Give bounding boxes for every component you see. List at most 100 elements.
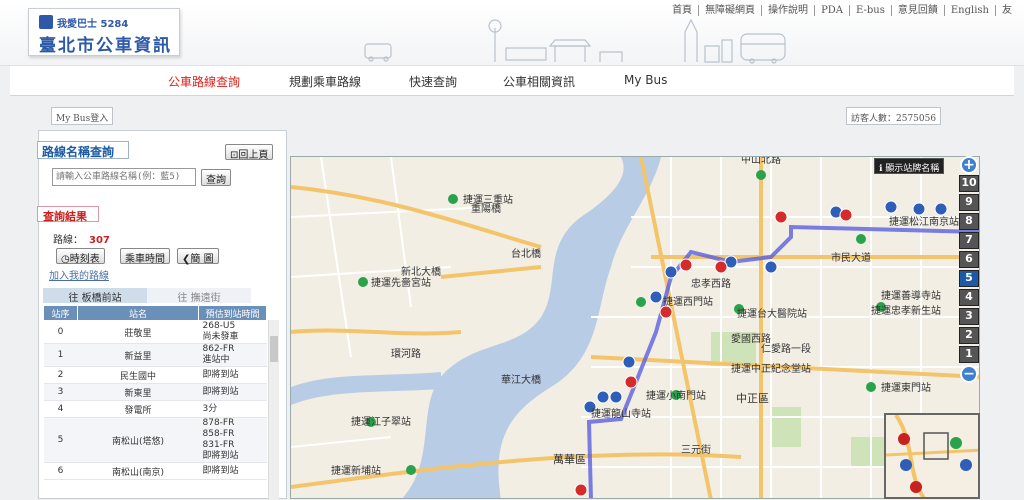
zoom-level-1[interactable]: 1 — [959, 346, 979, 363]
stop-name[interactable]: 新東里 — [77, 383, 199, 401]
map-label: 中山北路 — [741, 157, 781, 166]
visitor-counter: 訪客人數：2575056 — [846, 107, 942, 125]
direction-tabs: 往 板橋前站 往 撫遠街 — [43, 288, 283, 304]
map-label: 台北橋 — [511, 247, 541, 260]
overview-minimap[interactable] — [884, 413, 980, 499]
map-label: 捷運西門站 — [663, 295, 713, 308]
map-canvas[interactable]: 捷運三重站 捷運先嗇宮站 捷運龍山寺站 捷運西門站 捷運台大醫院站 捷運小南門站… — [291, 157, 980, 499]
results-section-title: 查詢結果 — [43, 210, 87, 223]
link-feedback[interactable]: 意見回饋 — [892, 5, 945, 16]
map-label: 捷運忠孝新生站 — [871, 304, 941, 317]
map-label: 重陽橋 — [471, 202, 501, 215]
zoom-level-2[interactable]: 2 — [959, 327, 979, 344]
stop-row[interactable]: 4 發電所 3分 — [43, 400, 267, 418]
stop-seq: 0 — [43, 320, 78, 344]
link-home[interactable]: 首頁 — [666, 5, 700, 16]
mybus-login-button[interactable]: My Bus登入 — [51, 107, 114, 125]
stop-eta: 3分 — [198, 400, 267, 418]
city-skyline-illustration — [364, 18, 786, 64]
zoom-level-10[interactable]: 10 — [959, 175, 979, 192]
ride-time-button[interactable]: 乘車時間 — [120, 248, 170, 265]
nav-route-query[interactable]: 公車路線查詢 — [168, 73, 240, 90]
nav-plan-route[interactable]: 規劃乘車路線 — [289, 73, 361, 90]
map-label: 仁愛路一段 — [761, 342, 811, 355]
stop-row[interactable]: 0 莊敬里 268-U5 尚未發車 — [43, 320, 267, 344]
logo-subtitle: 我愛巴士 5284 — [57, 19, 129, 30]
stop-row[interactable]: 1 新益里 862-FR 進站中 — [43, 343, 267, 367]
link-pda[interactable]: PDA — [815, 5, 851, 16]
eta-line: 即將到站 — [202, 451, 239, 461]
back-button[interactable]: ⊡回上頁 — [225, 144, 274, 161]
stop-row[interactable]: 3 新東里 即將到站 — [43, 383, 267, 401]
stop-eta: 即將到站 — [198, 383, 267, 401]
zoom-level-8[interactable]: 8 — [959, 213, 979, 230]
stop-eta: 即將到站 — [198, 366, 267, 384]
stop-seq: 4 — [43, 400, 78, 418]
map-label: 捷運新埔站 — [331, 464, 381, 477]
stop-name[interactable]: 新益里 — [77, 343, 199, 367]
zoom-level-7[interactable]: 7 — [959, 232, 979, 249]
zoom-level-5[interactable]: 5 — [959, 270, 979, 287]
map-label: 捷運龍山寺站 — [591, 407, 651, 420]
stop-seq: 1 — [43, 343, 78, 367]
map-label: 捷運小南門站 — [646, 389, 706, 402]
eta-line: 即將到站 — [202, 386, 239, 397]
add-favorite-link[interactable]: 加入我的路線 — [49, 267, 109, 282]
eta-line: 878-FR — [202, 418, 235, 428]
map-label: 市民大道 — [831, 251, 871, 264]
eta-line: 3分 — [202, 403, 218, 414]
link-accessible[interactable]: 無障礙網頁 — [699, 5, 763, 16]
back-label: 回上頁 — [238, 150, 269, 161]
link-english[interactable]: English — [945, 5, 996, 16]
stop-eta: 878-FR 858-FR 831-FR 即將到站 — [198, 417, 267, 463]
stop-row[interactable]: 6 南松山(南京) 即將到站 — [43, 462, 267, 480]
link-help[interactable]: 操作說明 — [762, 5, 816, 16]
zoom-level-9[interactable]: 9 — [959, 194, 979, 211]
tab-direction-to[interactable]: 往 板橋前站 — [43, 288, 147, 304]
route-search-input[interactable] — [52, 168, 196, 186]
nav-bus-info[interactable]: 公車相關資訊 — [503, 73, 575, 90]
route-number: 307 — [89, 235, 110, 246]
site-logo[interactable]: 我愛巴士 5284 臺北市公車資訊 — [28, 8, 180, 56]
zoom-out-icon[interactable]: − — [960, 365, 978, 383]
zoom-level-6[interactable]: 6 — [959, 251, 979, 268]
eta-line: 即將到站 — [202, 465, 239, 476]
stop-eta: 268-U5 尚未發車 — [198, 320, 267, 344]
map-label: 環河路 — [391, 347, 421, 360]
map-label: 忠孝西路 — [691, 277, 731, 290]
zoom-in-icon[interactable]: + — [960, 156, 978, 174]
map-label: 捷運台大醫院站 — [737, 307, 807, 320]
route-map[interactable]: 捷運三重站 捷運先嗇宮站 捷運龍山寺站 捷運西門站 捷運台大醫院站 捷運小南門站… — [290, 156, 980, 499]
stop-name[interactable]: 南松山(南京) — [77, 462, 199, 480]
tab-direction-back[interactable]: 往 撫遠街 — [147, 288, 251, 304]
table-scrollbar[interactable] — [268, 320, 279, 500]
map-label: 捷運善導寺站 — [881, 289, 941, 302]
search-section-title: 路線名稱查詢 — [42, 145, 115, 159]
route-number-line: 路線： 307 — [53, 231, 110, 246]
zoom-level-3[interactable]: 3 — [959, 308, 979, 325]
stop-row[interactable]: 5 南松山(塔悠) 878-FR 858-FR 831-FR 即將到站 — [43, 417, 267, 463]
nav-mybus[interactable]: My Bus — [624, 73, 667, 87]
query-button[interactable]: 查詢 — [201, 169, 231, 186]
show-stop-names-button[interactable]: ℹ 顯示站牌名稱 — [874, 158, 945, 174]
link-friend[interactable]: 友 — [996, 5, 1018, 16]
stop-name[interactable]: 莊敬里 — [77, 320, 199, 344]
stop-row[interactable]: 2 民生國中 即將到站 — [43, 366, 267, 384]
stop-name[interactable]: 南松山(塔悠) — [77, 417, 199, 463]
link-ebus[interactable]: E-bus — [850, 5, 892, 16]
scroll-thumb[interactable] — [270, 336, 278, 362]
col-stop-name: 站名 — [77, 305, 199, 321]
simple-map-button[interactable]: ❮簡 圖 — [177, 248, 219, 265]
map-label: 三元街 — [681, 443, 711, 456]
eta-line: 268-U5 — [202, 321, 236, 331]
col-seq: 站序 — [43, 305, 78, 321]
timetable-button[interactable]: ◷時刻表 — [56, 248, 105, 265]
stop-name[interactable]: 發電所 — [77, 400, 199, 418]
stop-name[interactable]: 民生國中 — [77, 366, 199, 384]
stop-seq: 5 — [43, 417, 78, 463]
zoom-level-4[interactable]: 4 — [959, 289, 979, 306]
route-label: 路線： — [53, 235, 83, 246]
nav-quick-query[interactable]: 快速查詢 — [409, 73, 457, 90]
map-label: 華江大橋 — [501, 373, 541, 386]
stop-seq: 2 — [43, 366, 78, 384]
